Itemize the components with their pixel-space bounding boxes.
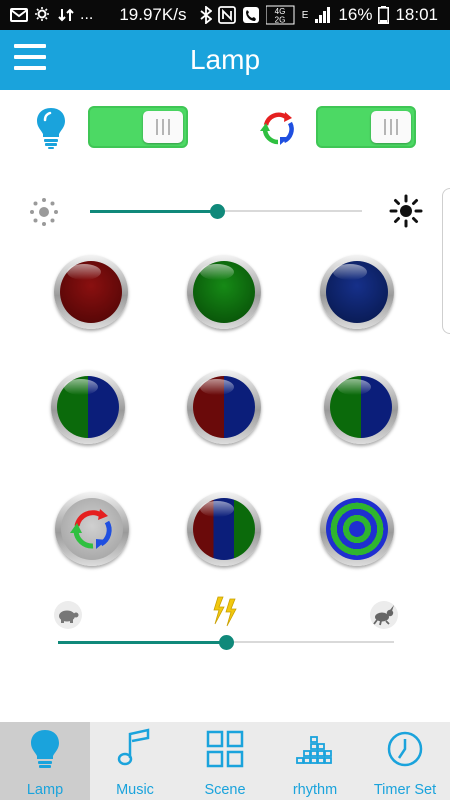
slider-fill [58, 640, 226, 644]
color-button-green[interactable] [187, 255, 261, 329]
lightning-icon [213, 596, 237, 627]
color-button-green-blue[interactable] [51, 370, 125, 444]
speed-slider[interactable] [58, 631, 394, 653]
bulb-icon [31, 730, 59, 768]
slider-fill [90, 209, 218, 213]
battery-icon [378, 6, 390, 24]
edge-indicator: E [301, 9, 309, 21]
color-face [193, 376, 255, 438]
color-face [193, 498, 255, 560]
color-face [326, 498, 388, 560]
color-face [61, 498, 123, 560]
brightness-low-icon [30, 198, 58, 226]
color-cycle-icon [70, 509, 112, 549]
color-button-cycle[interactable] [55, 492, 129, 566]
color-cycle-switch[interactable] [316, 106, 416, 148]
nav-label: rhythm [292, 782, 338, 798]
nav-item-timer-set[interactable]: Timer Set [360, 722, 450, 800]
light-power-switch[interactable] [88, 106, 188, 148]
color-face [330, 376, 392, 438]
phone-call-icon [242, 7, 259, 23]
signal-icon [315, 7, 331, 23]
weather-icon [35, 7, 49, 21]
battery-percent: 16% [338, 5, 373, 24]
page-title: Lamp [189, 44, 261, 75]
equalizer-icon [296, 736, 332, 764]
nav-item-scene[interactable]: Scene [180, 722, 270, 800]
color-cycle-icon [260, 112, 294, 145]
clock-icon [387, 731, 423, 767]
network-type-icon: 4G 2G [265, 5, 295, 25]
color-button-red-blue[interactable] [187, 370, 261, 444]
clock-time: 18:01 [395, 5, 438, 24]
slider-thumb[interactable] [218, 634, 234, 650]
color-face [60, 261, 122, 323]
turtle-icon [54, 601, 82, 629]
bottom-navigation: Lamp Music Scene rhythm Timer Set [0, 722, 450, 800]
brightness-high-icon [389, 194, 423, 228]
network-speed: 19.97K/s [119, 5, 187, 24]
color-face [326, 261, 388, 323]
grid-icon [206, 730, 244, 768]
side-panel-handle[interactable] [442, 188, 450, 334]
nav-item-lamp[interactable]: Lamp [0, 722, 90, 800]
nav-item-rhythm[interactable]: rhythm [270, 722, 360, 800]
color-face [57, 376, 119, 438]
nav-label: Timer Set [373, 782, 437, 798]
light-bulb-icon [37, 108, 65, 149]
nav-label: Scene [204, 782, 246, 798]
music-note-icon [117, 728, 150, 766]
bluetooth-icon [200, 6, 212, 24]
nav-label: Lamp [26, 782, 64, 798]
status-bar: ... 19.97K/s 4G 2G E 16% 18:01 [0, 0, 450, 30]
network-type-2: 2G [274, 16, 285, 25]
switch-knob [143, 111, 183, 143]
mail-icon [10, 8, 28, 22]
slider-thumb[interactable] [210, 203, 226, 219]
nav-item-music[interactable]: Music [90, 722, 180, 800]
nfc-icon [217, 6, 236, 24]
rabbit-icon [370, 601, 398, 629]
color-face [193, 261, 255, 323]
brightness-slider[interactable] [90, 200, 362, 222]
color-button-red[interactable] [54, 255, 128, 329]
color-button-red-blue-green[interactable] [187, 492, 261, 566]
app-bar: Lamp [0, 30, 450, 90]
more-notifications: ... [80, 6, 94, 23]
nav-label: Music [116, 782, 154, 798]
switch-knob [371, 111, 411, 143]
data-transfer-icon [58, 8, 74, 22]
color-button-concentric[interactable] [320, 492, 394, 566]
color-button-green-blue-2[interactable] [324, 370, 398, 444]
color-button-blue[interactable] [320, 255, 394, 329]
